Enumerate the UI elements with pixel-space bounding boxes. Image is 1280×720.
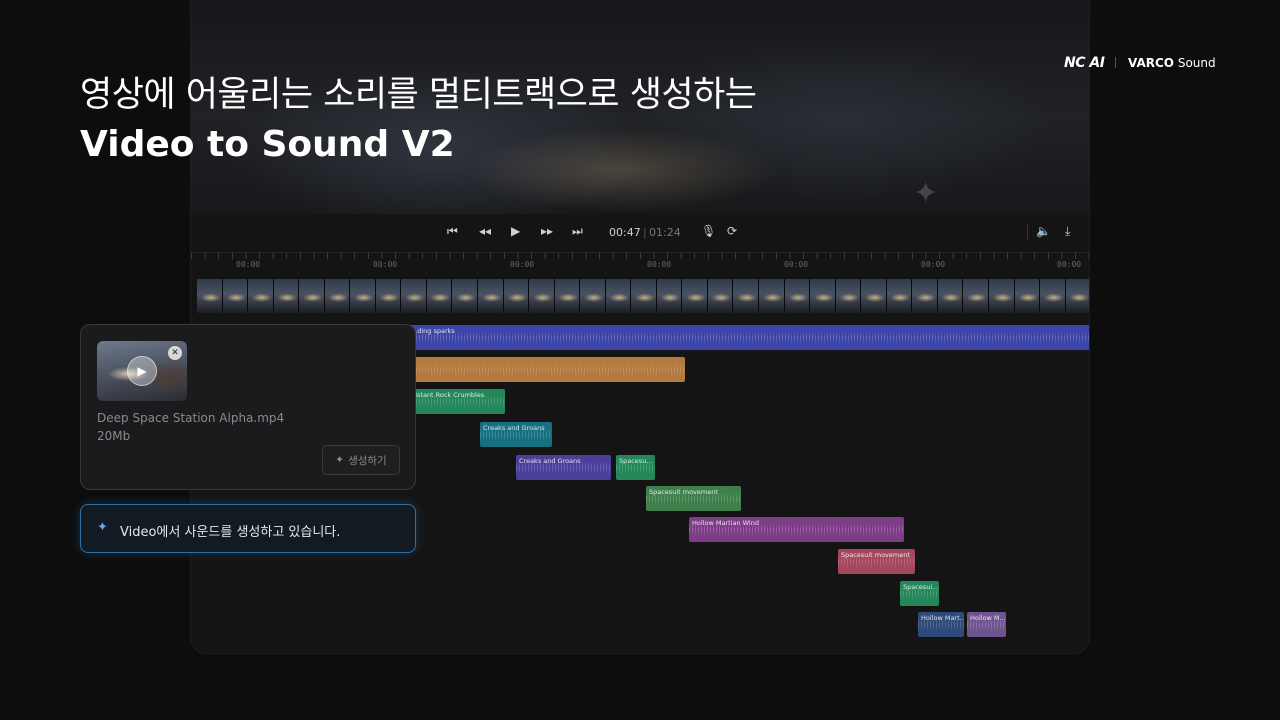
filmstrip-frame (478, 279, 504, 313)
export-icon[interactable]: ⤓ (1065, 224, 1070, 239)
filmstrip-frame (733, 279, 760, 313)
filmstrip-frame (861, 279, 887, 313)
filmstrip-frame (1014, 279, 1041, 313)
skip-forward-icon[interactable]: ⏭ (572, 224, 583, 239)
time-separator: | (643, 226, 647, 239)
skip-back-icon[interactable]: ⏮ (447, 224, 458, 239)
logo-divider (1115, 57, 1116, 68)
fast-forward-icon[interactable]: ▸▸ (541, 224, 553, 238)
filmstrip-frame (529, 279, 555, 313)
timeline-ruler[interactable]: 00:00 00:00 00:00 00:00 00:00 00:00 00:0… (191, 252, 1089, 272)
filmstrip-frame (452, 279, 479, 313)
volume-icon[interactable]: 🔈 (1036, 224, 1051, 238)
audio-clip[interactable]: Spacesu... (616, 455, 655, 480)
audio-clip[interactable]: Hollow Martian Wind (689, 517, 904, 542)
status-message: Video에서 사운드를 생성하고 있습니다. (120, 525, 341, 540)
sparkle-watermark-icon: ✦ (913, 176, 939, 211)
filmstrip-frame (1065, 279, 1089, 313)
magic-wand-icon: ✦ (335, 454, 345, 466)
filmstrip-frame (912, 279, 938, 313)
play-icon[interactable]: ▶ (127, 356, 157, 386)
audio-clip[interactable]: Spacesui... (900, 581, 939, 606)
filmstrip-frame (197, 279, 223, 313)
generate-button-label: 생성하기 (348, 454, 387, 467)
audio-clip[interactable]: Creaks and Groans (516, 455, 611, 480)
audio-clip-label: Hollow M... (970, 614, 1006, 622)
play-icon[interactable]: ▶ (511, 224, 520, 238)
stage: ✦ ⏮ ◂◂ ▶ ▸▸ ⏭ 00:47 | 01:24 🎙 ⟳ 🔈 ⤓ 00:0… (0, 0, 1280, 720)
audio-clip-label: Hollow Mart... (921, 614, 964, 622)
audio-clip-label: Creaks and Groans (519, 457, 581, 465)
sound-logo-text: Sound (1177, 56, 1216, 70)
filmstrip-frame (631, 279, 657, 313)
headline-english: Video to Sound V2 (80, 124, 455, 165)
ruler-tick-label: 00:00 (921, 260, 946, 269)
filmstrip-frame (886, 279, 913, 313)
filmstrip-frame (988, 279, 1015, 313)
audio-clip-label: Creaks and Groans (483, 424, 545, 432)
audio-clip[interactable]: Spacesuit movement (838, 549, 915, 574)
filmstrip-frame (759, 279, 785, 313)
current-time: 00:47 (609, 226, 641, 239)
generate-button[interactable]: ✦ 생성하기 (322, 445, 400, 475)
audio-clip[interactable]: Hollow M... (967, 612, 1006, 637)
filmstrip-frame (273, 279, 300, 313)
sparkle-icon: ✦ (97, 520, 108, 535)
audio-clip-label: Spacesuit movement (841, 551, 910, 559)
filmstrip-frame (937, 279, 964, 313)
filmstrip-frame (248, 279, 274, 313)
audio-clip-label: Spacesuit movement (649, 488, 718, 496)
filmstrip-frame (350, 279, 376, 313)
total-time: 01:24 (649, 226, 681, 239)
filmstrip-frame (401, 279, 427, 313)
filmstrip-frame (605, 279, 632, 313)
filmstrip-frame (656, 279, 683, 313)
varco-logo-text: VARCO (1128, 56, 1175, 70)
audio-clip[interactable]: Spacesuit movement (646, 486, 741, 511)
filmstrip-frame (503, 279, 530, 313)
loop-icon[interactable]: ⟳ (727, 224, 737, 238)
ruler-tick-label: 00:00 (784, 260, 809, 269)
filmstrip-frame (375, 279, 402, 313)
filmstrip-frame (554, 279, 581, 313)
filmstrip-frame (682, 279, 708, 313)
microphone-icon[interactable]: 🎙 (701, 224, 716, 238)
filmstrip-frame (580, 279, 606, 313)
nc-ai-logo: NC AI (1064, 55, 1105, 71)
headline-korean: 영상에 어울리는 소리를 멀티트랙으로 생성하는 (80, 75, 757, 115)
varco-sound-logo: VARCO Sound (1128, 56, 1216, 70)
filmstrip-frame (963, 279, 989, 313)
ruler-tick-label: 00:00 (236, 260, 261, 269)
filmstrip-frame (324, 279, 351, 313)
filmstrip-frame (810, 279, 836, 313)
filmstrip-frame (299, 279, 325, 313)
controls-divider (1027, 224, 1028, 240)
generation-status: ✦ Video에서 사운드를 생성하고 있습니다. (80, 504, 416, 553)
ruler-tick-label: 00:00 (373, 260, 398, 269)
filmstrip-frame (835, 279, 862, 313)
audio-clip[interactable]: Hollow Mart... (918, 612, 964, 637)
audio-clip-label: Spacesu... (619, 457, 653, 465)
filmstrip-frame (1040, 279, 1066, 313)
audio-clip-label: ...istant Rock Crumbles (409, 391, 485, 399)
audio-clip-label: Spacesui... (903, 583, 939, 591)
close-icon[interactable]: ✕ (168, 346, 182, 360)
file-name: Deep Space Station Alpha.mp4 (97, 411, 285, 425)
ruler-tick-label: 00:00 (1057, 260, 1082, 269)
ruler-tick-label: 00:00 (510, 260, 535, 269)
ruler-tick-label: 00:00 (647, 260, 672, 269)
filmstrip-frame (426, 279, 453, 313)
filmstrip-frame (707, 279, 734, 313)
upload-card: ▶ ✕ Deep Space Station Alpha.mp4 20Mb ✦ … (80, 324, 416, 490)
audio-clip[interactable]: Creaks and Groans (480, 422, 552, 447)
rewind-icon[interactable]: ◂◂ (479, 224, 491, 238)
filmstrip-frame (784, 279, 811, 313)
video-filmstrip[interactable] (197, 279, 1089, 313)
file-size: 20Mb (97, 429, 131, 443)
audio-clip-label: ...ding sparks (411, 327, 455, 335)
playback-controls: ⏮ ◂◂ ▶ ▸▸ ⏭ 00:47 | 01:24 🎙 ⟳ 🔈 ⤓ (191, 214, 1089, 252)
filmstrip-frame (222, 279, 249, 313)
audio-clip-label: Hollow Martian Wind (692, 519, 759, 527)
